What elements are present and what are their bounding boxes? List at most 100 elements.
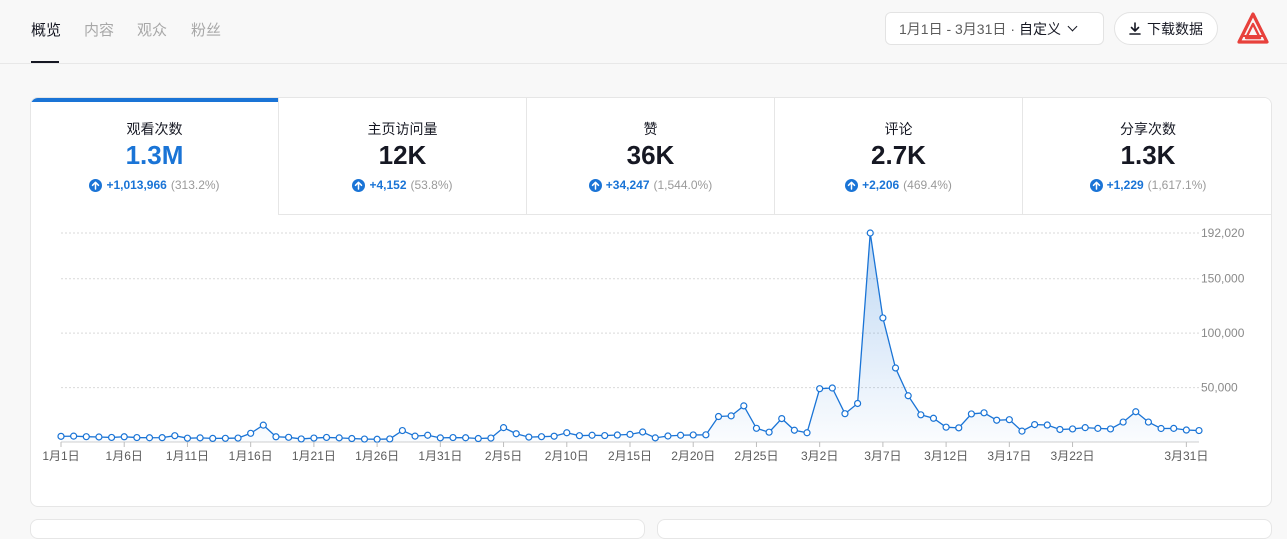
data-point <box>639 428 647 436</box>
date-range-selector[interactable]: 1月1日 - 3月31日 · 自定义 <box>885 12 1104 45</box>
metric-profile-visits[interactable]: 主页访问量 12K +4,152 (53.8%) <box>279 98 527 215</box>
data-point <box>411 432 419 440</box>
x-tick-label: 3月7日 <box>864 449 901 463</box>
tab-overview[interactable]: 概览 <box>31 19 61 40</box>
metric-views[interactable]: 观看次数 1.3M +1,013,966 (313.2%) <box>31 98 279 215</box>
data-point <box>259 421 267 429</box>
data-point <box>1106 425 1115 433</box>
arrow-up-icon <box>845 178 859 192</box>
metric-value: 36K <box>626 140 675 170</box>
date-range-mode: 自定义 <box>1019 20 1062 37</box>
data-point <box>234 434 242 442</box>
metric-delta: +1,229 (1,617.1%) <box>1023 178 1271 192</box>
data-point <box>272 433 280 441</box>
delta-value: +1,013,966 <box>106 178 167 192</box>
x-tick-label: 1月21日 <box>292 449 336 463</box>
date-range-text: 1月1日 - 3月31日 <box>899 20 1007 37</box>
metric-label: 分享次数 <box>1120 121 1176 137</box>
data-point <box>183 434 192 442</box>
metric-comments[interactable]: 评论 2.7K +2,206 (469.4%) <box>775 98 1023 215</box>
x-tick-label: 2月10日 <box>545 449 589 463</box>
data-point <box>790 426 798 434</box>
data-point <box>740 402 748 410</box>
data-point <box>1068 425 1077 433</box>
data-point <box>171 432 179 440</box>
tab-content[interactable]: 内容 <box>84 19 114 40</box>
data-point <box>550 432 558 440</box>
data-point <box>1018 427 1026 435</box>
active-tab-indicator <box>31 61 59 63</box>
data-point <box>1081 424 1089 432</box>
data-point <box>676 431 685 439</box>
data-point <box>828 384 836 392</box>
metric-delta: +34,247 (1,544.0%) <box>527 178 774 192</box>
metric-value: 1.3K <box>1120 140 1176 170</box>
data-point <box>1195 426 1203 435</box>
data-point <box>1043 421 1051 429</box>
delta-percent: (53.8%) <box>410 178 453 192</box>
data-point <box>360 435 369 443</box>
metric-likes[interactable]: 赞 36K +34,247 (1,544.0%) <box>527 98 775 215</box>
y-tick-label: 100,000 <box>1201 326 1245 340</box>
delta-percent: (1,544.0%) <box>653 178 713 192</box>
data-point <box>158 434 166 442</box>
data-point <box>1170 424 1178 432</box>
tab-followers[interactable]: 粉丝 <box>191 19 221 40</box>
y-tick-label: 150,000 <box>1201 272 1245 286</box>
metric-label: 赞 <box>643 121 658 137</box>
data-point <box>537 433 546 441</box>
data-point <box>1031 420 1039 429</box>
x-tick-label: 2月20日 <box>671 449 715 463</box>
metric-delta: +4,152 (53.8%) <box>279 178 526 192</box>
data-point <box>765 428 773 436</box>
arrow-up-icon <box>89 178 103 192</box>
bottom-card-left <box>30 519 645 539</box>
data-point <box>297 435 305 443</box>
download-data-button[interactable]: 下载数据 <box>1114 12 1218 45</box>
y-tick-label: 192,020 <box>1201 226 1245 240</box>
delta-percent: (313.2%) <box>170 178 220 192</box>
data-point <box>601 431 609 440</box>
delta-value: +1,229 <box>1106 178 1144 192</box>
top-bar: 概览 内容 观众 粉丝 1月1日 - 3月31日 · 自定义 下载数据 <box>0 0 1287 64</box>
metric-delta: +2,206 (469.4%) <box>775 178 1022 192</box>
x-tick-label: 1月11日 <box>166 449 209 463</box>
metric-delta: +1,013,966 (313.2%) <box>31 178 278 192</box>
data-point <box>398 426 406 435</box>
data-point <box>322 433 331 442</box>
metric-shares[interactable]: 分享次数 1.3K +1,229 (1,617.1%) <box>1023 98 1271 215</box>
x-tick-label: 1月6日 <box>106 449 143 463</box>
data-point <box>563 429 571 437</box>
data-point <box>803 429 811 437</box>
data-point <box>942 423 950 431</box>
data-point <box>891 364 900 372</box>
x-tick-label: 2月5日 <box>485 449 522 463</box>
data-point <box>449 433 457 442</box>
data-point <box>424 431 432 439</box>
data-point <box>512 430 520 438</box>
data-point <box>588 431 596 439</box>
metric-tabs: 观看次数 1.3M +1,013,966 (313.2%) 主页访问量 12K … <box>31 98 1271 215</box>
data-point <box>816 385 824 393</box>
metric-value: 12K <box>378 140 427 170</box>
data-point <box>651 434 659 442</box>
data-point <box>955 424 963 432</box>
data-point <box>373 435 381 443</box>
data-point <box>474 434 482 443</box>
data-point <box>499 424 508 432</box>
y-tick-label: 50,000 <box>1201 381 1238 395</box>
data-point <box>120 433 128 441</box>
data-point <box>57 432 65 440</box>
data-point <box>879 314 887 322</box>
x-tick-label: 3月31日 <box>1164 449 1208 463</box>
data-point <box>1119 418 1127 426</box>
tab-audience[interactable]: 观众 <box>137 19 167 40</box>
x-tick-label: 3月2日 <box>801 449 838 463</box>
views-line-chart[interactable]: 50,000 100,000 150,000 192,020 1月1日 1月6日 1月11日… <box>31 215 1271 506</box>
data-point <box>1182 426 1190 434</box>
data-point <box>133 433 141 442</box>
data-point <box>993 416 1001 424</box>
data-point <box>575 432 584 440</box>
brand-logo-icon[interactable] <box>1237 12 1269 46</box>
data-point <box>752 424 761 432</box>
